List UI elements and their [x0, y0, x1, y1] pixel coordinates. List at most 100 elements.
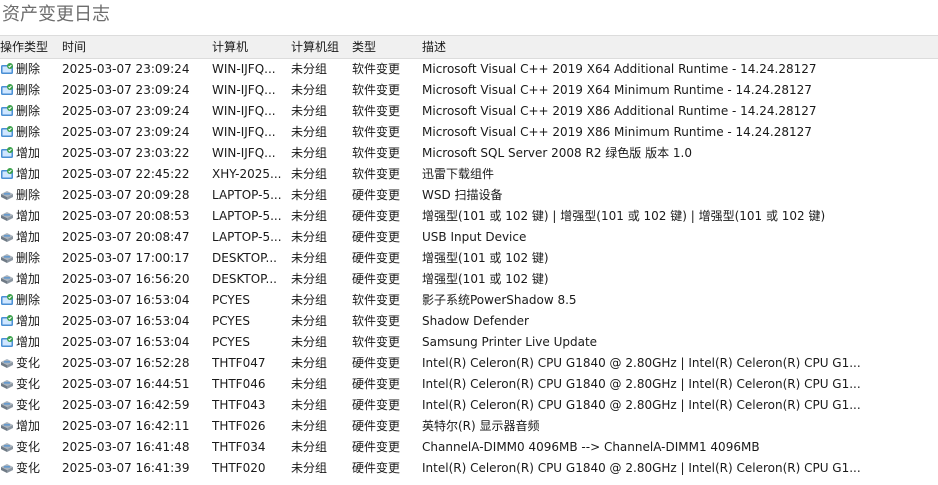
table-row[interactable]: 删除 2025-03-07 23:09:24 WIN-IJFQ... 未分组 软件变更 M…: [0, 59, 938, 80]
hardware-icon: [0, 356, 14, 370]
time-cell: 2025-03-07 16:53:04: [62, 314, 190, 328]
change-log-table: 操作类型 时间 计算机 计算机组 类型 描述 删除 2025-03-07 23:0…: [0, 35, 938, 479]
computer-cell: THTF034: [212, 440, 266, 454]
group-cell: 未分组: [291, 398, 328, 412]
table-row[interactable]: 增加 2025-03-07 16:53:04 PCYES 未分组 软件变更 Samsung…: [0, 332, 938, 353]
op-label: 删除: [16, 104, 41, 118]
column-header-group[interactable]: 计算机组: [291, 36, 348, 58]
computer-cell: DESKTOP...: [212, 272, 277, 286]
op-cell: 删除: [0, 122, 58, 143]
type-cell: 硬件变更: [352, 398, 401, 412]
op-label: 删除: [16, 83, 41, 97]
time-cell: 2025-03-07 16:42:59: [62, 398, 190, 412]
time-cell: 2025-03-07 23:09:24: [62, 62, 190, 76]
computer-cell: THTF046: [212, 377, 266, 391]
column-header-time[interactable]: 时间: [62, 36, 210, 58]
type-cell: 硬件变更: [352, 272, 401, 286]
table-row[interactable]: 变化 2025-03-07 16:52:28 THTF047 未分组 硬件变更 Intel…: [0, 353, 938, 374]
desc-cell: Intel(R) Celeron(R) CPU G1840 @ 2.80GHz …: [422, 398, 861, 412]
op-label: 增加: [16, 272, 41, 286]
table-row[interactable]: 删除 2025-03-07 17:00:17 DESKTOP... 未分组 硬件变更 增强…: [0, 248, 938, 269]
op-label: 变化: [16, 461, 41, 475]
table-row[interactable]: 变化 2025-03-07 16:44:51 THTF046 未分组 硬件变更 Intel…: [0, 374, 938, 395]
op-label: 增加: [16, 230, 41, 244]
software-icon: [0, 293, 14, 307]
table-row[interactable]: 删除 2025-03-07 23:09:24 WIN-IJFQ... 未分组 软件变更 M…: [0, 122, 938, 143]
time-cell: 2025-03-07 16:52:28: [62, 356, 190, 370]
op-label: 增加: [16, 314, 41, 328]
group-cell: 未分组: [291, 335, 328, 349]
column-header-computer[interactable]: 计算机: [212, 36, 289, 58]
desc-cell: Microsoft Visual C++ 2019 X64 Minimum Ru…: [422, 83, 812, 97]
op-label: 变化: [16, 356, 41, 370]
table-row[interactable]: 增加 2025-03-07 20:08:53 LAPTOP-5... 未分组 硬件变更 增…: [0, 206, 938, 227]
op-label: 增加: [16, 146, 41, 160]
desc-cell: Intel(R) Celeron(R) CPU G1840 @ 2.80GHz …: [422, 461, 861, 475]
type-cell: 硬件变更: [352, 356, 401, 370]
op-label: 变化: [16, 440, 41, 454]
type-cell: 硬件变更: [352, 461, 401, 475]
table-row[interactable]: 变化 2025-03-07 16:41:48 THTF034 未分组 硬件变更 Chann…: [0, 437, 938, 458]
hardware-icon: [0, 272, 14, 286]
type-cell: 软件变更: [352, 62, 401, 76]
op-label: 删除: [16, 62, 41, 76]
table-row[interactable]: 增加 2025-03-07 23:03:22 WIN-IJFQ... 未分组 软件变更 M…: [0, 143, 938, 164]
table-row[interactable]: 删除 2025-03-07 23:09:24 WIN-IJFQ... 未分组 软件变更 M…: [0, 80, 938, 101]
group-cell: 未分组: [291, 356, 328, 370]
hardware-icon: [0, 251, 14, 265]
time-cell: 2025-03-07 17:00:17: [62, 251, 190, 265]
column-header-desc[interactable]: 描述: [422, 36, 938, 58]
table-row[interactable]: 增加 2025-03-07 16:56:20 DESKTOP... 未分组 硬件变更 增强…: [0, 269, 938, 290]
time-cell: 2025-03-07 16:53:04: [62, 335, 190, 349]
time-cell: 2025-03-07 16:41:48: [62, 440, 190, 454]
desc-cell: 增强型(101 或 102 键): [422, 272, 549, 286]
type-cell: 软件变更: [352, 167, 401, 181]
op-label: 增加: [16, 419, 41, 433]
time-cell: 2025-03-07 20:08:47: [62, 230, 190, 244]
time-cell: 2025-03-07 23:09:24: [62, 104, 190, 118]
desc-cell: Microsoft SQL Server 2008 R2 绿色版 版本 1.0: [422, 146, 693, 160]
group-cell: 未分组: [291, 230, 328, 244]
op-cell: 变化: [0, 395, 58, 416]
type-cell: 软件变更: [352, 146, 401, 160]
desc-cell: Samsung Printer Live Update: [422, 335, 598, 349]
table-row[interactable]: 变化 2025-03-07 16:41:39 THTF020 未分组 硬件变更 Intel…: [0, 458, 938, 479]
software-icon: [0, 314, 14, 328]
op-cell: 变化: [0, 458, 58, 479]
type-cell: 硬件变更: [352, 188, 401, 202]
table-row[interactable]: 增加 2025-03-07 20:08:47 LAPTOP-5... 未分组 硬件变更 U…: [0, 227, 938, 248]
table-row[interactable]: 增加 2025-03-07 16:42:11 THTF026 未分组 硬件变更 英特尔(R…: [0, 416, 938, 437]
column-header-type[interactable]: 类型: [352, 36, 418, 58]
computer-cell: LAPTOP-5...: [212, 188, 282, 202]
computer-cell: WIN-IJFQ...: [212, 62, 276, 76]
desc-cell: 英特尔(R) 显示器音频: [422, 419, 540, 433]
table-row[interactable]: 变化 2025-03-07 16:42:59 THTF043 未分组 硬件变更 Intel…: [0, 395, 938, 416]
time-cell: 2025-03-07 22:45:22: [62, 167, 190, 181]
op-cell: 增加: [0, 143, 58, 164]
time-cell: 2025-03-07 20:09:28: [62, 188, 190, 202]
table-row[interactable]: 删除 2025-03-07 16:53:04 PCYES 未分组 软件变更 影子系统Pow…: [0, 290, 938, 311]
type-cell: 硬件变更: [352, 209, 401, 223]
table-row[interactable]: 增加 2025-03-07 16:53:04 PCYES 未分组 软件变更 Shadow …: [0, 311, 938, 332]
op-label: 删除: [16, 293, 41, 307]
hardware-icon: [0, 188, 14, 202]
table-row[interactable]: 增加 2025-03-07 22:45:22 XHY-2025... 未分组 软件变更 迅…: [0, 164, 938, 185]
computer-cell: WIN-IJFQ...: [212, 83, 276, 97]
column-header-op[interactable]: 操作类型: [0, 36, 58, 58]
hardware-icon: [0, 230, 14, 244]
type-cell: 硬件变更: [352, 230, 401, 244]
op-cell: 删除: [0, 59, 58, 80]
table-row[interactable]: 删除 2025-03-07 20:09:28 LAPTOP-5... 未分组 硬件变更 W…: [0, 185, 938, 206]
op-label: 删除: [16, 125, 41, 139]
computer-cell: DESKTOP...: [212, 251, 277, 265]
op-cell: 变化: [0, 374, 58, 395]
op-label: 增加: [16, 209, 41, 223]
computer-cell: WIN-IJFQ...: [212, 125, 276, 139]
group-cell: 未分组: [291, 461, 328, 475]
op-cell: 增加: [0, 227, 58, 248]
op-label: 变化: [16, 377, 41, 391]
computer-cell: PCYES: [212, 335, 250, 349]
hardware-icon: [0, 398, 14, 412]
page-title: 资产变更日志: [2, 4, 110, 25]
table-row[interactable]: 删除 2025-03-07 23:09:24 WIN-IJFQ... 未分组 软件变更 M…: [0, 101, 938, 122]
